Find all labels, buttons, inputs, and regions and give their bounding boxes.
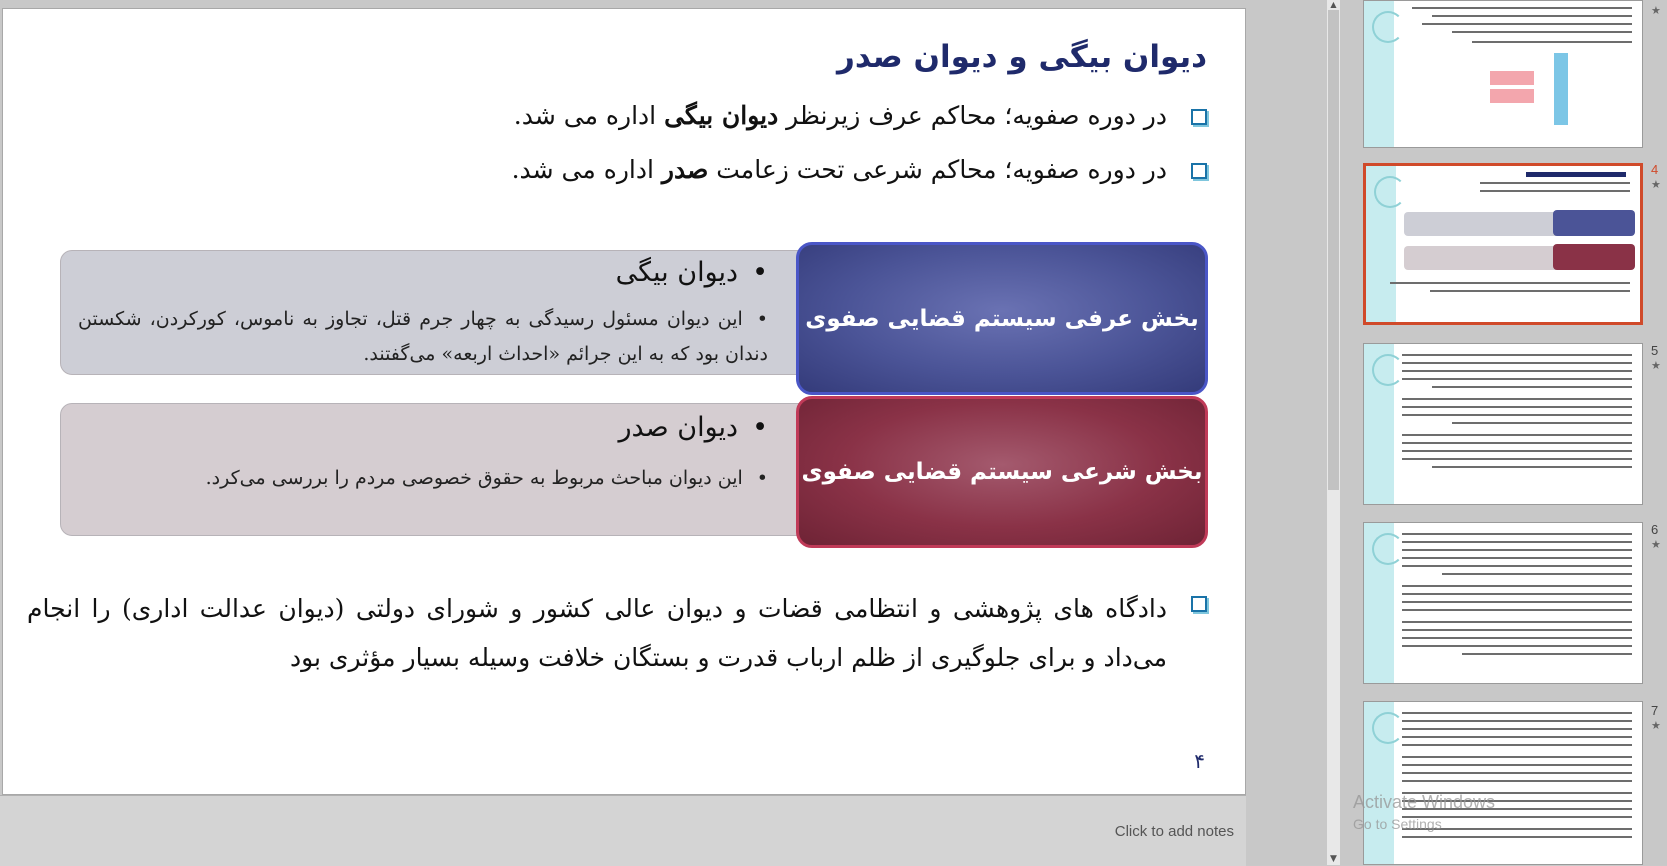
slide-thumbnail-6[interactable] xyxy=(1363,522,1643,684)
section-heading-text: دیوان بیگی xyxy=(615,257,739,288)
thumbnail-number: 4 xyxy=(1651,162,1659,177)
section-card-diwan-beigi[interactable]: •دیوان بیگی •این دیوان مسئول رسیدگی به چ… xyxy=(60,250,820,375)
bullet-dot-icon: • xyxy=(752,412,768,443)
thumbnail-decoration xyxy=(1366,166,1406,322)
thumbnail-number: 5 xyxy=(1651,343,1659,358)
scroll-up-arrow-icon[interactable]: ▲ xyxy=(1328,0,1339,9)
section-card-diwan-sadr[interactable]: • دیوان صدر • این دیوان مباحث مربوط به حقو… xyxy=(60,403,820,536)
section-banner-label: بخش شرعی سیستم قضایی صفوی xyxy=(801,459,1203,485)
slide-thumbnail-3[interactable] xyxy=(1363,0,1643,148)
bullet-2-text: در دوره صفویه؛ محاکم شرعی تحت زعامت xyxy=(708,155,1167,184)
section-detail: •این دیوان مسئول رسیدگی به چهار جرم قتل،… xyxy=(78,302,768,372)
section-banner-urf[interactable]: بخش عرفی سیستم قضایی صفوی xyxy=(796,242,1208,395)
slide-canvas[interactable]: دیوان بیگی و دیوان صدر در دوره صفویه؛ مح… xyxy=(2,8,1246,795)
section-detail: • این دیوان مباحث مربوط به حقوق خصوصی مرد… xyxy=(78,461,768,496)
activate-windows-subtext: Go to Settings xyxy=(1353,816,1442,832)
thumbnail-star-icon: ★ xyxy=(1651,4,1661,17)
activate-windows-watermark: Activate Windows xyxy=(1353,792,1496,812)
bullet-line-2[interactable]: در دوره صفویه؛ محاکم شرعی تحت زعامت صدر … xyxy=(512,155,1167,184)
scroll-down-arrow-icon[interactable]: ▼ xyxy=(1328,853,1339,865)
slide-thumbnail-4[interactable] xyxy=(1363,163,1643,325)
thumbnail-star-icon: ★ xyxy=(1651,359,1661,372)
bullet-dot-icon: • xyxy=(756,467,768,489)
section-detail-text: این دیوان مسئول رسیدگی به چهار جرم قتل، … xyxy=(78,308,768,365)
thumbnail-number: 7 xyxy=(1651,703,1659,718)
thumbnail-star-icon: ★ xyxy=(1651,178,1661,191)
slide-thumbnail-7[interactable] xyxy=(1363,701,1643,865)
notes-pane[interactable]: Click to add notes xyxy=(0,795,1246,866)
thumbnail-number: 6 xyxy=(1651,522,1659,537)
bottom-paragraph[interactable]: دادگاه های پژوهشی و انتظامی قضات و دیوان… xyxy=(27,584,1167,682)
thumbnail-decoration xyxy=(1364,344,1404,504)
bullet-2-tail: اداره می شد. xyxy=(511,155,662,184)
thumbnail-decoration xyxy=(1364,702,1404,864)
section-heading: • دیوان بیگی xyxy=(616,257,768,288)
section-banner-label: بخش عرفی سیستم قضایی صفوی xyxy=(805,305,1199,332)
bullet-square-icon xyxy=(1191,163,1207,179)
slide-title[interactable]: دیوان بیگی و دیوان صدر xyxy=(837,39,1207,75)
slide-number: ۴ xyxy=(1194,749,1205,773)
notes-placeholder[interactable]: Click to add notes xyxy=(1115,823,1234,840)
bullet-dot-icon: • xyxy=(756,308,768,330)
thumbnail-decoration xyxy=(1364,1,1404,147)
bullet-1-text: در دوره صفویه؛ محاکم عرف زیرنظر xyxy=(778,101,1167,130)
slide-editor: دیوان بیگی و دیوان صدر در دوره صفویه؛ مح… xyxy=(0,0,1246,866)
section-banner-shar[interactable]: بخش شرعی سیستم قضایی صفوی xyxy=(796,396,1208,548)
bullet-square-icon xyxy=(1191,596,1207,612)
section-heading: • دیوان صدر xyxy=(619,412,768,443)
editor-gutter xyxy=(1246,0,1327,865)
bullet-1-bold: دیوان بیگی xyxy=(664,101,779,130)
scrollbar-thumb[interactable] xyxy=(1328,10,1339,490)
thumbnail-decoration xyxy=(1364,523,1404,683)
bullet-line-1[interactable]: در دوره صفویه؛ محاکم عرف زیرنظر دیوان بی… xyxy=(514,101,1167,130)
thumbnail-star-icon: ★ xyxy=(1651,538,1661,551)
bullet-square-icon xyxy=(1191,109,1207,125)
section-detail-text: این دیوان مباحث مربوط به حقوق خصوصی مردم… xyxy=(205,467,743,489)
bullet-dot-icon: • xyxy=(752,257,768,288)
bullet-1-tail: اداره می شد. xyxy=(513,101,665,130)
section-heading-text: دیوان صدر xyxy=(618,412,739,443)
thumbnail-star-icon: ★ xyxy=(1651,719,1661,732)
slide-thumbnail-5[interactable] xyxy=(1363,343,1643,505)
thumbnail-panel[interactable]: ★ 4 ★ 5 ★ 6 ★ 7 ★ xyxy=(1340,0,1667,865)
slide-scrollbar[interactable]: ▲ ▼ xyxy=(1327,0,1340,865)
bullet-2-bold: صدر xyxy=(661,155,709,184)
